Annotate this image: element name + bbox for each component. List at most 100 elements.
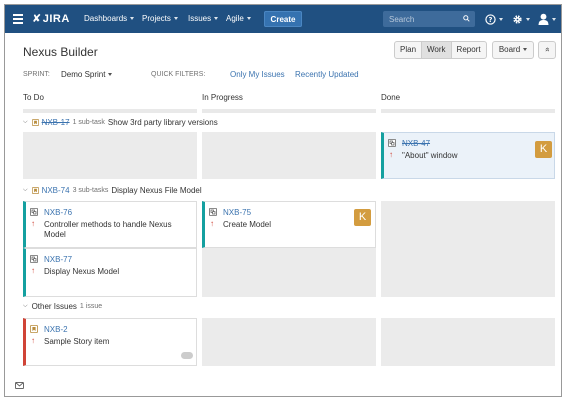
settings-menu[interactable] — [512, 12, 530, 26]
swimlane-header[interactable]: ⌵ Other Issues 1 issue — [23, 302, 105, 311]
search-placeholder: Search — [389, 15, 415, 24]
issue-card[interactable]: NXB-76 ↑ Controller methods to handle Ne… — [23, 201, 197, 248]
issue-card[interactable]: NXB-2 ↑ Sample Story item — [23, 318, 197, 366]
story-icon — [31, 187, 39, 194]
jira-logo[interactable]: ✘JIRA — [32, 12, 70, 25]
priority-major-icon: ↑ — [31, 266, 35, 275]
issue-summary: Controller methods to handle Nexus Model — [44, 220, 172, 239]
estimate-badge — [181, 352, 193, 359]
parent-issue-key[interactable]: NXB-17 — [42, 118, 70, 127]
issue-key[interactable]: NXB-2 — [44, 325, 68, 334]
issue-key[interactable]: NXB-77 — [44, 255, 72, 264]
swimlane-header[interactable]: ⌵ NXB-17 1 sub-task Show 3rd party libra… — [23, 118, 218, 127]
assignee-avatar[interactable]: K — [535, 141, 552, 158]
settings-icon — [513, 14, 522, 24]
feedback-icon[interactable] — [15, 382, 24, 389]
priority-major-icon: ↑ — [210, 219, 214, 228]
double-chevron-up-icon: » — [542, 47, 552, 52]
plan-mode-button[interactable]: Plan — [395, 42, 423, 58]
chevron-down-icon — [523, 48, 528, 52]
search-icon[interactable] — [463, 15, 470, 22]
chevron-down-icon: ⌵ — [23, 303, 28, 309]
subtask-count: 1 sub-task — [72, 119, 105, 126]
swimlane-header[interactable]: ⌵ NXB-74 3 sub-tasks Display Nexus File … — [23, 186, 202, 195]
issue-summary: Display Nexus Model — [44, 267, 120, 276]
sprint-value: Demo Sprint — [61, 70, 106, 79]
board-menu-button[interactable]: Board — [492, 41, 534, 59]
board-cell — [381, 318, 555, 366]
chevron-down-icon — [108, 73, 113, 77]
svg-text:?: ? — [489, 16, 493, 24]
collapse-header-button[interactable]: » — [538, 41, 556, 59]
column-divider — [23, 109, 197, 113]
board-cell — [202, 132, 376, 179]
story-icon — [31, 119, 39, 126]
column-header-in-progress: In Progress — [202, 93, 243, 102]
top-navigation-bar: ✘JIRA Dashboards Projects Issues Agile C… — [5, 5, 561, 33]
user-avatar-icon — [538, 13, 549, 25]
subtask-icon — [209, 208, 217, 216]
subtask-icon — [30, 255, 38, 263]
board-cell — [23, 132, 197, 179]
board-cell — [202, 318, 376, 366]
nav-issues[interactable]: Issues — [188, 14, 219, 23]
nav-projects-label: Projects — [142, 14, 171, 23]
issue-summary: Create Model — [223, 220, 272, 229]
priority-major-icon: ↑ — [31, 336, 35, 345]
nav-issues-label: Issues — [188, 14, 212, 23]
search-input[interactable]: Search — [383, 11, 475, 27]
board-cell — [381, 201, 555, 297]
report-mode-button[interactable]: Report — [452, 42, 486, 58]
parent-issue-summary: Display Nexus File Model — [111, 186, 202, 195]
issue-count: 1 issue — [79, 303, 103, 310]
chevron-down-icon — [173, 17, 178, 21]
issue-summary: Sample Story item — [44, 337, 110, 346]
board-cell — [202, 248, 376, 297]
issue-card[interactable]: NXB-75 ↑ Create Model K — [202, 201, 376, 248]
issue-key[interactable]: NXB-76 — [44, 208, 72, 217]
parent-issue-summary: Show 3rd party library versions — [107, 118, 218, 127]
nav-agile[interactable]: Agile — [226, 14, 251, 23]
sprint-selector[interactable]: Demo Sprint — [61, 70, 113, 79]
column-header-done: Done — [381, 93, 401, 102]
page-title: Nexus Builder — [23, 45, 98, 59]
chevron-down-icon — [552, 17, 556, 21]
nav-projects[interactable]: Projects — [142, 14, 178, 23]
issue-key[interactable]: NXB-47 — [402, 139, 430, 148]
issue-card[interactable]: NXB-77 ↑ Display Nexus Model — [23, 248, 197, 297]
board-menu-label: Board — [498, 45, 521, 54]
help-menu[interactable]: ? — [485, 12, 503, 26]
issue-key[interactable]: NXB-75 — [223, 208, 251, 217]
chevron-down-icon — [214, 17, 219, 21]
issue-card[interactable]: NXB-47 ↑ "About" window K — [381, 132, 555, 179]
nav-dashboards[interactable]: Dashboards — [84, 14, 135, 23]
help-icon: ? — [485, 13, 496, 25]
logo-text: JIRA — [42, 13, 70, 25]
create-button[interactable]: Create — [264, 11, 302, 27]
chevron-down-icon — [499, 17, 503, 21]
story-icon — [30, 325, 38, 333]
subtask-icon — [388, 139, 396, 147]
subtask-icon — [30, 208, 38, 216]
priority-major-icon: ↑ — [389, 150, 393, 159]
board-mode-switcher: Plan Work Report — [394, 41, 487, 59]
chevron-down-icon — [130, 17, 135, 21]
chevron-down-icon: ⌵ — [23, 119, 28, 125]
quick-filter-only-my-issues[interactable]: Only My Issues — [230, 70, 285, 79]
chevron-down-icon: ⌵ — [23, 187, 28, 193]
issue-summary: "About" window — [402, 151, 458, 160]
column-header-todo: To Do — [23, 93, 44, 102]
quick-filter-recently-updated[interactable]: Recently Updated — [295, 70, 359, 79]
subtask-count: 3 sub-tasks — [72, 187, 109, 194]
parent-issue-key[interactable]: NXB-74 — [42, 186, 70, 195]
assignee-avatar[interactable]: K — [354, 209, 371, 226]
browser-frame: ✘JIRA Dashboards Projects Issues Agile C… — [4, 4, 562, 397]
chevron-down-icon — [526, 17, 530, 21]
column-divider — [202, 109, 376, 113]
nav-agile-label: Agile — [226, 14, 244, 23]
menu-icon[interactable] — [13, 14, 23, 24]
nav-dashboards-label: Dashboards — [84, 14, 128, 23]
swimlane-title: Other Issues — [31, 302, 77, 311]
user-menu[interactable] — [538, 12, 556, 26]
work-mode-button[interactable]: Work — [422, 42, 452, 58]
